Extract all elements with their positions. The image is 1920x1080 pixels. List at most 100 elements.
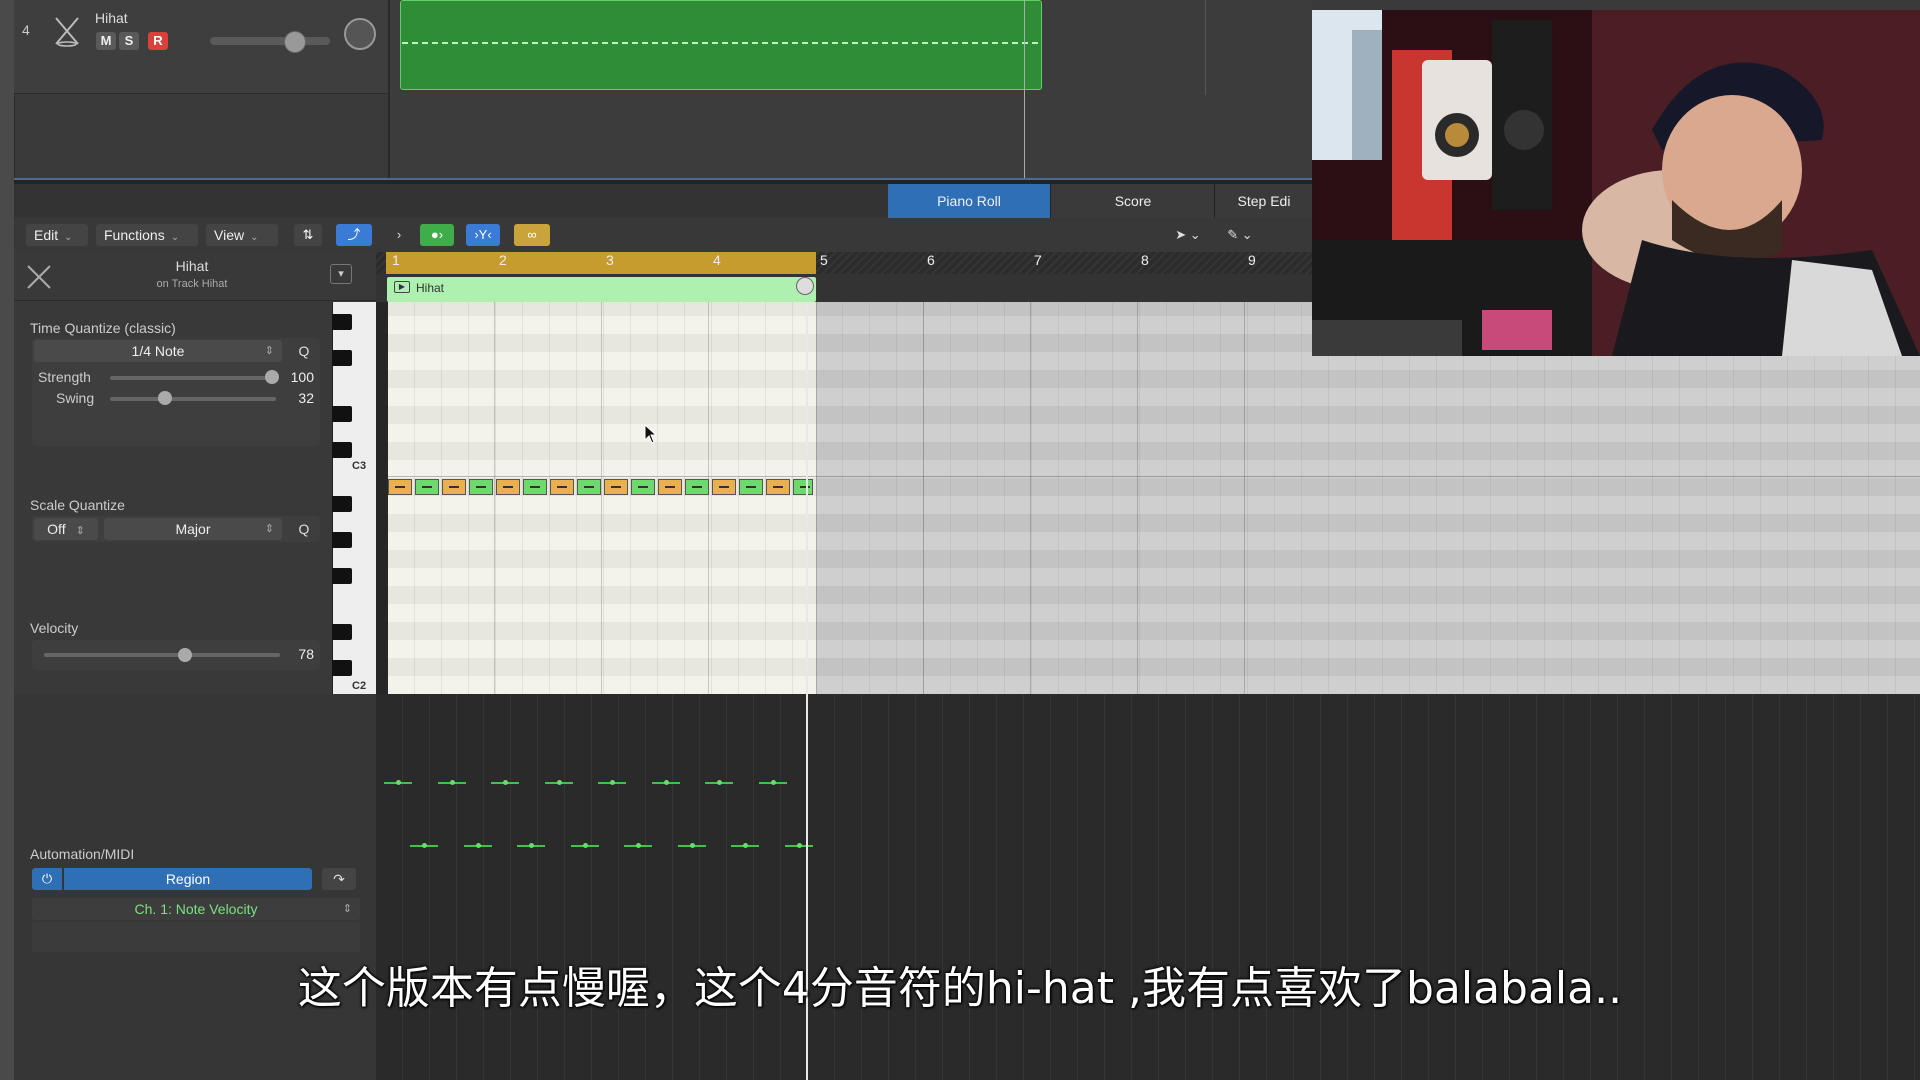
ruler-bar-1: 1: [392, 252, 400, 268]
velocity-point[interactable]: [449, 780, 455, 785]
automation-lane[interactable]: [376, 694, 1920, 1080]
velocity-point[interactable]: [663, 780, 669, 785]
velocity-point[interactable]: [796, 843, 802, 848]
scale-type-select[interactable]: Major ⇕: [104, 518, 282, 540]
volume-slider-knob[interactable]: [284, 31, 306, 53]
midi-note[interactable]: [577, 479, 601, 495]
black-key[interactable]: [332, 314, 352, 330]
bar-line: [923, 302, 924, 694]
view-menu-label: View: [214, 227, 245, 243]
midi-note[interactable]: [739, 479, 763, 495]
midi-note[interactable]: [685, 479, 709, 495]
midi-note[interactable]: [631, 479, 655, 495]
region-header-hihat[interactable]: [387, 277, 816, 302]
midi-note[interactable]: [415, 479, 439, 495]
bar-line: [494, 302, 495, 694]
velocity-point[interactable]: [689, 843, 695, 848]
tab-score[interactable]: Score: [1050, 184, 1215, 218]
cycle-range[interactable]: [386, 252, 816, 274]
midi-note[interactable]: [469, 479, 493, 495]
black-key[interactable]: [332, 660, 352, 676]
arrange-region-hihat[interactable]: [400, 0, 1042, 90]
velocity-slider[interactable]: [44, 653, 280, 657]
swing-slider[interactable]: [110, 397, 276, 401]
automation-mode-button[interactable]: Region: [64, 868, 312, 890]
black-key[interactable]: [332, 406, 352, 422]
velocity-point[interactable]: [610, 780, 615, 785]
velocity-point[interactable]: [717, 780, 722, 785]
velocity-point[interactable]: [503, 780, 508, 785]
midi-note[interactable]: [442, 479, 466, 495]
edit-menu[interactable]: Edit ⌄: [26, 224, 88, 246]
flex-icon[interactable]: ›Y‹: [466, 224, 500, 246]
piano-roll-grid-outside-region[interactable]: [816, 302, 1920, 694]
time-quantize-q-button[interactable]: Q: [292, 340, 316, 362]
curve-arrow-icon[interactable]: ↷: [322, 868, 356, 890]
midi-note[interactable]: [793, 479, 813, 495]
chevron-down-icon: ⌄: [64, 232, 73, 243]
inspector-toggle-icon[interactable]: ▾: [330, 264, 352, 284]
region-end-handle[interactable]: [796, 277, 814, 295]
midi-note[interactable]: [388, 479, 412, 495]
strength-value: 100: [290, 369, 314, 385]
velocity-point[interactable]: [422, 843, 427, 848]
record-enable-button[interactable]: R: [148, 32, 168, 50]
time-quantize-value: 1/4 Note: [131, 343, 185, 359]
chain-link-icon[interactable]: ∞: [514, 224, 550, 246]
drum-sticks-icon: [27, 265, 51, 289]
black-key[interactable]: [332, 496, 352, 512]
midi-note[interactable]: [766, 479, 790, 495]
strength-slider-knob[interactable]: [265, 370, 279, 384]
strength-label: Strength: [38, 369, 91, 385]
time-quantize-select[interactable]: 1/4 Note ⇕: [34, 340, 282, 362]
midi-note[interactable]: [496, 479, 520, 495]
link-icon[interactable]: ●›: [420, 224, 454, 246]
pan-knob[interactable]: [344, 18, 376, 50]
tab-step-editor[interactable]: Step Edi: [1214, 184, 1313, 218]
black-key[interactable]: [332, 442, 352, 458]
velocity-point[interactable]: [743, 843, 748, 848]
scale-quantize-q-button[interactable]: Q: [292, 518, 316, 540]
chevron-down-icon: ⌄: [170, 232, 180, 243]
midi-note[interactable]: [712, 479, 736, 495]
video-subtitle: 这个版本有点慢喔，这个4分音符的hi-hat ,我有点喜欢了balabala..: [297, 963, 1623, 1014]
velocity-point[interactable]: [582, 843, 588, 848]
midi-note[interactable]: [658, 479, 682, 495]
arrange-playhead[interactable]: [1024, 0, 1025, 178]
velocity-point[interactable]: [556, 780, 562, 785]
midi-in-icon[interactable]: ⤴: [336, 224, 372, 246]
automation-parameter-select[interactable]: Ch. 1: Note Velocity ⇕: [32, 898, 360, 920]
velocity-point[interactable]: [636, 843, 641, 848]
midi-note[interactable]: [550, 479, 574, 495]
tab-piano-roll[interactable]: Piano Roll: [888, 184, 1050, 218]
collapse-icon[interactable]: ⇅: [294, 224, 322, 246]
velocity-point[interactable]: [770, 780, 776, 785]
velocity-point[interactable]: [396, 780, 401, 785]
black-key[interactable]: [332, 568, 352, 584]
velocity-point[interactable]: [529, 843, 534, 848]
ruler-bar-3: 3: [606, 252, 614, 268]
arrange-region-notes: [402, 42, 1038, 44]
pencil-tool-icon[interactable]: ✎ ⌄: [1220, 224, 1260, 246]
functions-menu[interactable]: Functions ⌄: [96, 224, 198, 246]
black-key[interactable]: [332, 350, 352, 366]
view-menu[interactable]: View ⌄: [206, 224, 278, 246]
black-key[interactable]: [332, 624, 352, 640]
catch-playhead-icon[interactable]: ›: [384, 224, 414, 246]
pointer-tool-icon[interactable]: ➤ ⌄: [1168, 224, 1208, 246]
swing-slider-knob[interactable]: [158, 391, 172, 405]
midi-note[interactable]: [604, 479, 628, 495]
velocity-point[interactable]: [475, 843, 481, 848]
black-key[interactable]: [332, 532, 352, 548]
strength-slider[interactable]: [110, 376, 276, 380]
piano-roll-grid-region[interactable]: [388, 302, 816, 694]
mute-button[interactable]: M: [96, 32, 116, 50]
volume-slider[interactable]: [210, 37, 330, 45]
solo-button[interactable]: S: [119, 32, 139, 50]
scale-root-select[interactable]: Off ⇕: [34, 518, 98, 540]
velocity-slider-knob[interactable]: [178, 648, 192, 662]
velocity-label: Velocity: [30, 620, 79, 636]
scale-type-value: Major: [175, 521, 211, 537]
midi-note[interactable]: [523, 479, 547, 495]
power-icon[interactable]: ⏻: [32, 868, 62, 890]
